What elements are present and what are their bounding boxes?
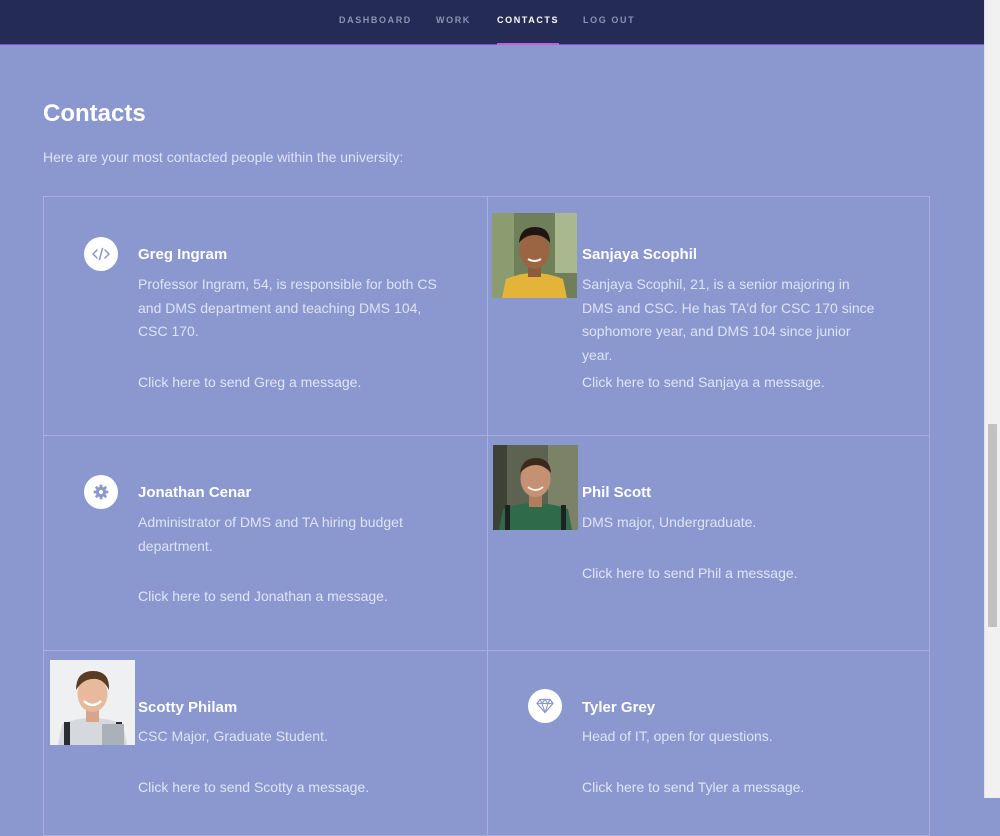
grid-divider-row-2 — [44, 650, 929, 651]
contact-photo — [492, 213, 577, 298]
grid-divider-vertical — [487, 197, 488, 835]
top-nav: DASHBOARD WORK CONTACTS LOG OUT — [0, 0, 984, 45]
send-message-link-sanjaya[interactable]: Click here to send Sanjaya a message. — [582, 374, 825, 390]
contact-name: Greg Ingram — [138, 246, 228, 263]
contact-description: Administrator of DMS and TA hiring budge… — [138, 514, 403, 554]
contact-description: DMS major, Undergraduate. — [582, 514, 757, 530]
contact-description: CSC Major, Graduate Student. — [138, 728, 328, 744]
gear-icon — [84, 475, 118, 509]
send-message-link-tyler[interactable]: Click here to send Tyler a message. — [582, 779, 804, 795]
code-icon — [84, 237, 118, 271]
contact-name: Sanjaya Scophil — [582, 246, 698, 263]
contact-name: Phil Scott — [582, 484, 652, 501]
contacts-grid: Greg Ingram Professor Ingram, 54, is res… — [43, 196, 930, 836]
contact-name: Scotty Philam — [138, 699, 238, 716]
scrollbar-thumb[interactable] — [988, 424, 997, 627]
contact-name: Jonathan Cenar — [138, 484, 252, 501]
contact-photo — [50, 660, 135, 745]
nav-work-link[interactable]: WORK — [436, 0, 471, 44]
send-message-link-greg[interactable]: Click here to send Greg a message. — [138, 374, 361, 390]
nav-logout-link[interactable]: LOG OUT — [583, 0, 635, 44]
nav-contacts-link[interactable]: CONTACTS — [497, 0, 560, 45]
send-message-link-phil[interactable]: Click here to send Phil a message. — [582, 565, 798, 581]
contact-description: Sanjaya Scophil, 21, is a senior majorin… — [582, 276, 875, 363]
send-message-link-scotty[interactable]: Click here to send Scotty a message. — [138, 779, 369, 795]
page-scrollbar[interactable] — [984, 0, 1000, 798]
contact-photo — [493, 445, 578, 530]
page-intro: Here are your most contacted people with… — [43, 149, 404, 165]
grid-divider-row-1 — [44, 435, 929, 436]
contact-name: Tyler Grey — [582, 699, 656, 716]
nav-dashboard-link[interactable]: DASHBOARD — [339, 0, 412, 44]
send-message-link-jonathan[interactable]: Click here to send Jonathan a message. — [138, 588, 388, 604]
contact-description: Head of IT, open for questions. — [582, 728, 773, 744]
contact-description: Professor Ingram, 54, is responsible for… — [138, 276, 437, 339]
page-title: Contacts — [43, 100, 146, 127]
diamond-icon — [528, 689, 562, 723]
